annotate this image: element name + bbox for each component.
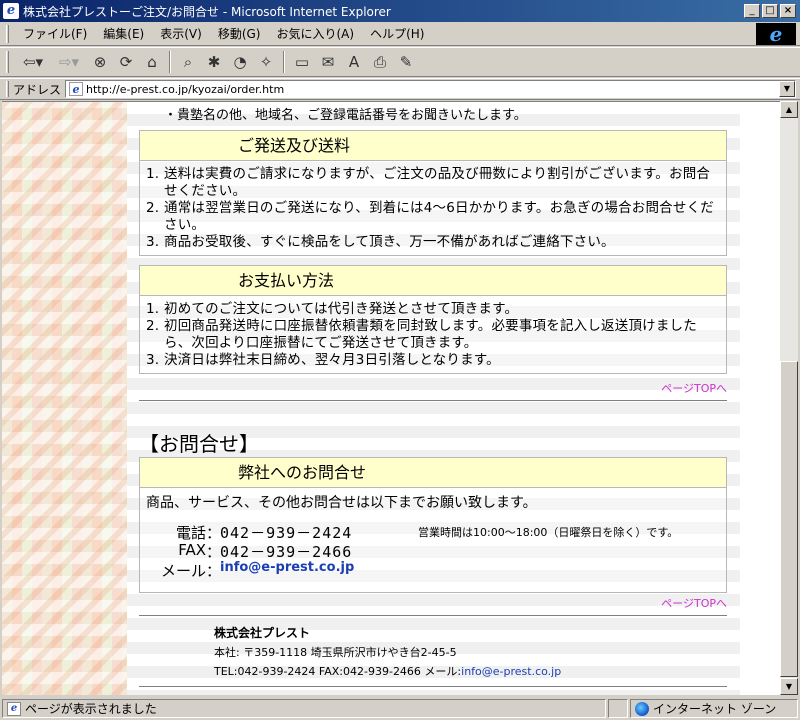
menu-file[interactable]: ファイル(F) [15,24,95,44]
page-loaded-icon: e [7,701,21,716]
mail-label: メール [160,562,206,580]
vertical-scrollbar[interactable]: ▲ ▼ [780,101,798,695]
shipping-heading: ご発送及び送料 [140,131,726,161]
maximize-button[interactable]: □ [762,4,778,18]
status-blank [608,699,628,718]
footer-company: 株式会社プレスト [214,626,311,640]
title-bar: e 株式会社プレストーご注文/お問合せ - Microsoft Internet… [0,0,800,22]
decorative-pattern [2,102,127,695]
home-icon[interactable]: ⌂ [139,50,165,74]
menu-bar: ファイル(F) 編集(E) 表示(V) 移動(G) お気に入り(A) ヘルプ(H… [0,22,800,46]
list-item: 2. 初回商品発送時に口座振替依頼書類を同封致します。必要事項を記入し返送頂けまし… [146,318,697,351]
contact-heading: 弊社へのお問合せ [140,458,726,488]
refresh-icon[interactable]: ⟳ [113,50,139,74]
address-url[interactable]: http://e-prest.co.jp/kyozai/order.htm [86,83,284,96]
menu-favorites[interactable]: お気に入り(A) [268,24,362,44]
ie-logo-icon: e [756,23,796,45]
list-item: 1. 送料は実費のご請求になりますが、ご注文の品及び冊数により割引がございます。お… [146,166,711,199]
divider [139,686,727,688]
page-viewport: ・貴塾名の他、地域名、ご登録電話番号をお聞きいたします。 ご発送及び送料 1. 送… [2,101,780,695]
toolbar-separator [283,51,285,73]
page-top-link[interactable]: ページTOPへ [661,595,727,611]
back-icon[interactable]: ⇦▾ [15,50,51,74]
fax-row: FAX ： 042－939－2466 [148,541,352,562]
search-icon[interactable]: ⌕ [175,50,201,74]
mail-row: メール ： info@e-prest.co.jp [148,560,354,581]
list-item: 2. 通常は翌営業日のご発送になり、到着には4〜6日かかります。お急ぎの場合お問合… [146,200,714,233]
stop-icon[interactable]: ⊗ [87,50,113,74]
order-note: ・貴塾名の他、地域名、ご登録電話番号をお聞きいたします。 [164,108,527,123]
fax-value: 042－939－2466 [220,543,353,561]
footer-contact: TEL:042-939-2424 FAX:042-939-2466 メール:in… [214,662,561,681]
print-icon[interactable]: ⎙ [367,50,393,74]
colon: ： [206,562,222,580]
contact-details: 電話 ： 042－939－2424 営業時間は10:00～18:00（日曜祭日を… [140,512,726,582]
address-grip[interactable] [6,81,9,97]
tel-value: 042－939－2424 [220,524,353,542]
scroll-down-icon[interactable]: ▼ [780,678,798,695]
status-text: ページが表示されました [25,702,157,716]
toolbar: ⇦▾ ⇨▾ ⊗ ⟳ ⌂ ⌕ ✱ ◔ ✧ ▭ ✉ A ⎙ ✎ [0,47,800,77]
mail-link[interactable]: info@e-prest.co.jp [220,560,354,581]
right-margin [740,102,780,695]
footer-contact-text: TEL:042-939-2424 FAX:042-939-2466 メール: [214,665,462,678]
favorites-icon[interactable]: ✱ [201,50,227,74]
fax-label: FAX [178,541,206,559]
menu-go[interactable]: 移動(G) [210,24,269,44]
window-title: 株式会社プレストーご注文/お問合せ - Microsoft Internet E… [23,4,391,19]
payment-heading: お支払い方法 [140,266,726,296]
menu-grip[interactable] [6,24,9,43]
contact-title: 【お問合せ】 [139,432,259,456]
tel-label: 電話 [175,524,206,542]
ie-page-icon: e [3,3,19,19]
status-bar: e ページが表示されました インターネット ゾーン [0,697,800,720]
mail-icon[interactable]: ✉ [315,50,341,74]
minimize-button[interactable]: _ [744,4,760,18]
list-item: 3. 商品お受取後、すぐに検品をして頂き、万一不備があればご連絡下さい。 [146,234,615,250]
contact-intro: 商品、サービス、その他お問合せは以下までお願い致します。 [146,495,537,511]
forward-icon[interactable]: ⇨▾ [51,50,87,74]
list-item: 3. 決済日は弊社末日締め、翌々月3日引落しとなります。 [146,352,500,368]
address-input[interactable]: e http://e-prest.co.jp/kyozai/order.htm … [65,80,796,98]
status-zone: インターネット ゾーン [630,699,798,718]
internet-zone-icon [635,701,649,716]
list-item: 1. 初めてのご注文については代引き発送とさせて頂きます。 [146,301,519,317]
business-hours: 営業時間は10:00～18:00（日曜祭日を除く）です。 [418,526,679,539]
status-main: e ページが表示されました [2,699,606,718]
toolbar-separator [169,51,171,73]
contact-box: 弊社へのお問合せ 商品、サービス、その他お問合せは以下までお願い致します。 電話… [139,457,727,593]
close-button[interactable]: × [780,4,796,18]
shipping-box: ご発送及び送料 1. 送料は実費のご請求になりますが、ご注文の品及び冊数により割引… [139,130,727,256]
history-icon[interactable]: ◔ [227,50,253,74]
footer: 株式会社プレスト 本社: 〒359-1118 埼玉県所沢市けやき台2-45-5 … [214,624,561,681]
divider [139,400,727,402]
menu-edit[interactable]: 編集(E) [95,24,152,44]
address-label: アドレス [13,82,62,97]
fullscreen-icon[interactable]: ▭ [289,50,315,74]
zone-text: インターネット ゾーン [653,702,777,716]
menu-view[interactable]: 表示(V) [152,24,210,44]
page-top-link[interactable]: ページTOPへ [661,380,727,396]
scroll-thumb[interactable] [780,361,798,677]
address-bar: アドレス e http://e-prest.co.jp/kyozai/order… [0,78,800,100]
page-icon: e [69,82,84,96]
font-icon[interactable]: A [341,50,367,74]
footer-mail-link[interactable]: info@e-prest.co.jp [461,665,561,678]
colon: ： [206,543,222,561]
menu-help[interactable]: ヘルプ(H) [362,24,432,44]
edit-icon[interactable]: ✎ [393,50,419,74]
colon: ： [206,524,222,542]
divider [139,615,727,617]
address-dropdown-icon[interactable]: ▼ [779,81,795,97]
tel-row: 電話 ： 042－939－2424 [148,522,352,543]
toolbar-grip[interactable] [6,51,9,73]
footer-address: 本社: 〒359-1118 埼玉県所沢市けやき台2-45-5 [214,646,457,659]
scroll-up-icon[interactable]: ▲ [780,101,798,118]
payment-box: お支払い方法 1. 初めてのご注文については代引き発送とさせて頂きます。 2. 初回… [139,265,727,374]
channels-icon[interactable]: ✧ [253,50,279,74]
